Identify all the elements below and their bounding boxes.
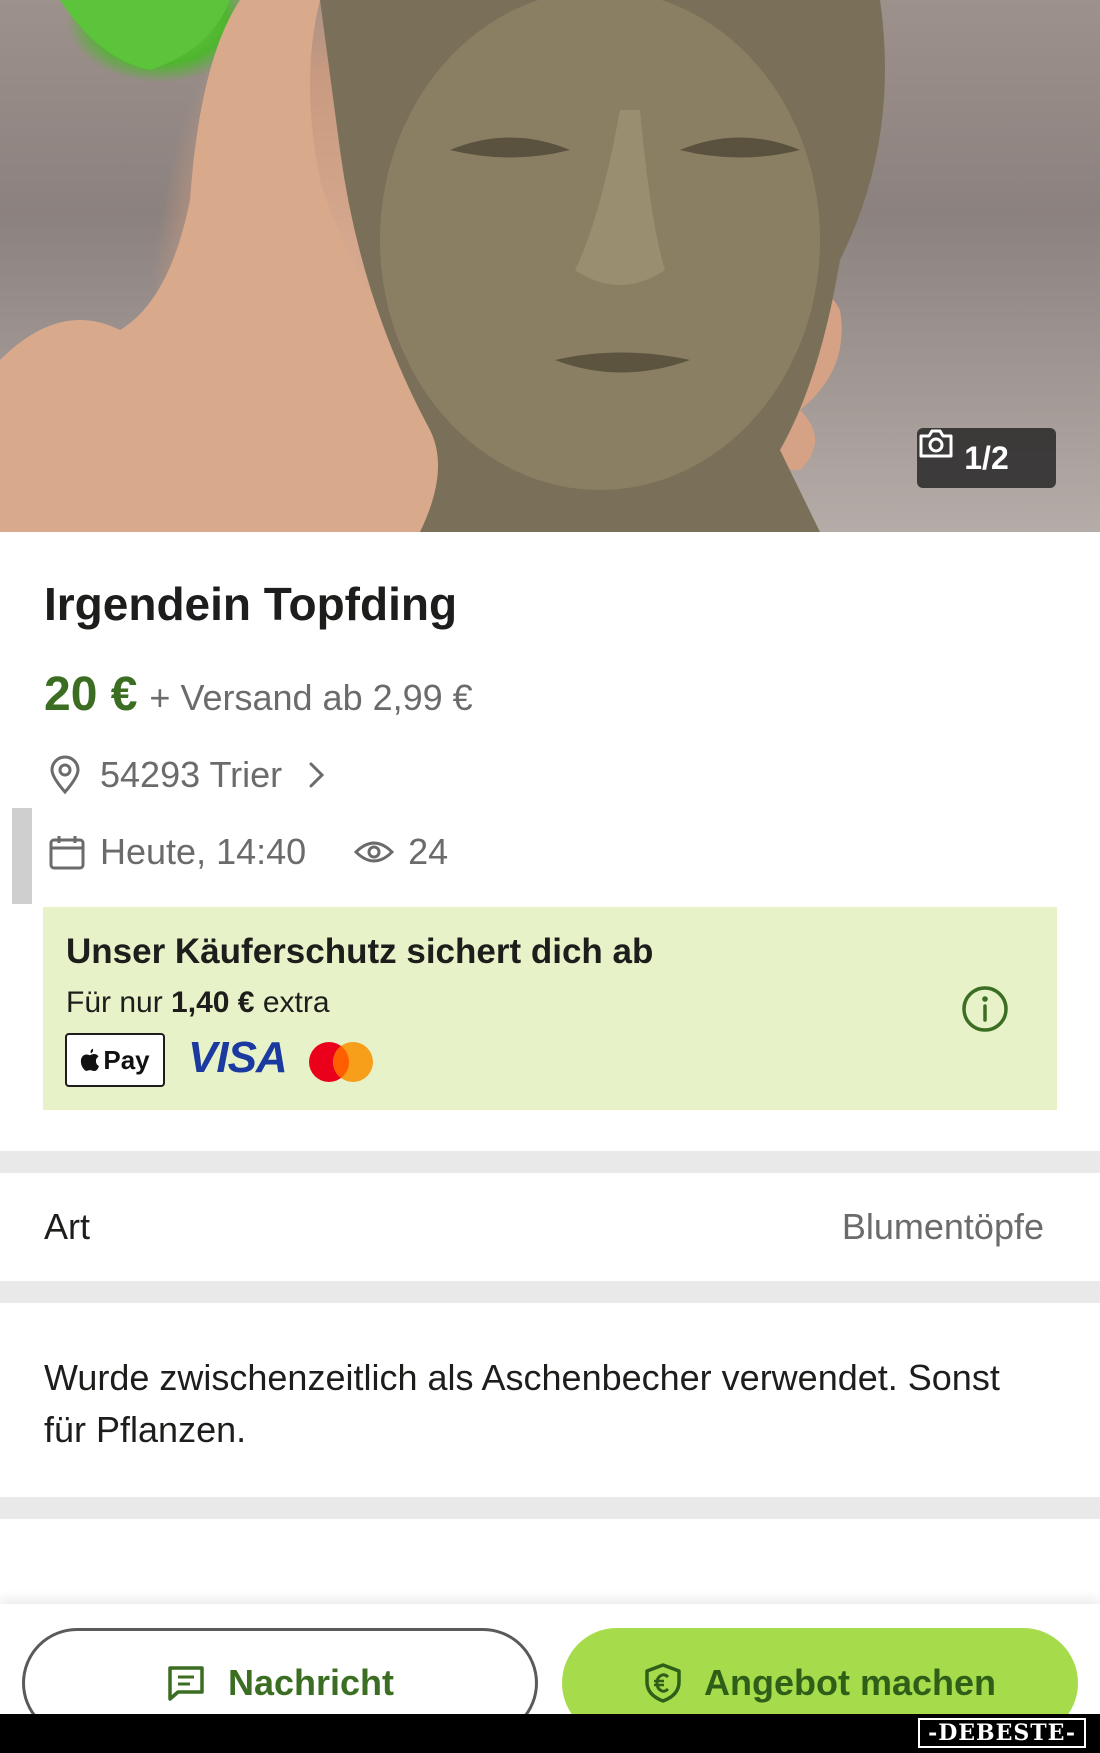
visa-logo: VISA	[188, 1033, 288, 1082]
price-row: 20 € + Versand ab 2,99 €	[44, 667, 473, 722]
watermark-logo: -DEBESTE-	[918, 1718, 1086, 1748]
mastercard-logo	[309, 1042, 373, 1082]
message-icon	[168, 1666, 204, 1701]
eye-icon	[354, 841, 395, 863]
view-count: 24	[408, 831, 449, 872]
side-watermark	[12, 808, 32, 904]
listing-title: Irgendein Topfding	[44, 578, 458, 630]
photo-counter[interactable]: 1/2	[917, 428, 1056, 488]
shield-euro-icon	[645, 1663, 681, 1703]
apple-pay-logo: Pay	[65, 1033, 165, 1087]
buyer-protection-title: Unser Käuferschutz sichert dich ab	[66, 932, 654, 971]
message-button-label: Nachricht	[227, 1662, 395, 1703]
watermark-strip: -DEBESTE-	[0, 1714, 1100, 1753]
apple-icon	[81, 1048, 100, 1072]
product-photo[interactable]: 1/2	[0, 0, 1100, 532]
attribute-value: Blumentöpfe	[841, 1206, 1044, 1247]
location-pin-icon	[50, 755, 80, 795]
buyer-protection-banner[interactable]: Unser Käuferschutz sichert dich ab Für n…	[43, 907, 1057, 1110]
posted-date: Heute, 14:40	[100, 831, 307, 872]
chevron-right-icon	[309, 762, 325, 788]
location-link[interactable]: 54293 Trier	[48, 754, 328, 796]
fee-suffix: extra	[262, 986, 330, 1019]
make-offer-label: Angebot machen	[703, 1662, 997, 1703]
shipping-cost: + Versand ab 2,99 €	[149, 677, 473, 718]
description: Wurde zwischenzeitlich als Aschenbecher …	[44, 1357, 1000, 1450]
section-divider	[0, 1281, 1100, 1303]
price: 20 €	[44, 668, 138, 721]
calendar-icon	[49, 836, 85, 870]
info-icon[interactable]	[961, 985, 1009, 1033]
apple-pay-text: Pay	[103, 1044, 150, 1075]
photo-counter-text: 1/2	[964, 439, 1009, 476]
section-divider	[0, 1497, 1100, 1519]
attribute-label: Art	[44, 1206, 91, 1247]
section-divider	[0, 1151, 1100, 1173]
location-text: 54293 Trier	[100, 754, 283, 795]
bottom-action-bar: Nachricht Angebot machen	[0, 1604, 1100, 1738]
buyer-protection-fee: Für nur 1,40 € extra	[66, 986, 330, 1020]
fee-amount: 1,40 €	[171, 986, 255, 1019]
fee-prefix: Für nur	[66, 986, 163, 1019]
date-views-row: Heute, 14:40 24	[48, 831, 448, 873]
camera-icon	[919, 429, 953, 458]
